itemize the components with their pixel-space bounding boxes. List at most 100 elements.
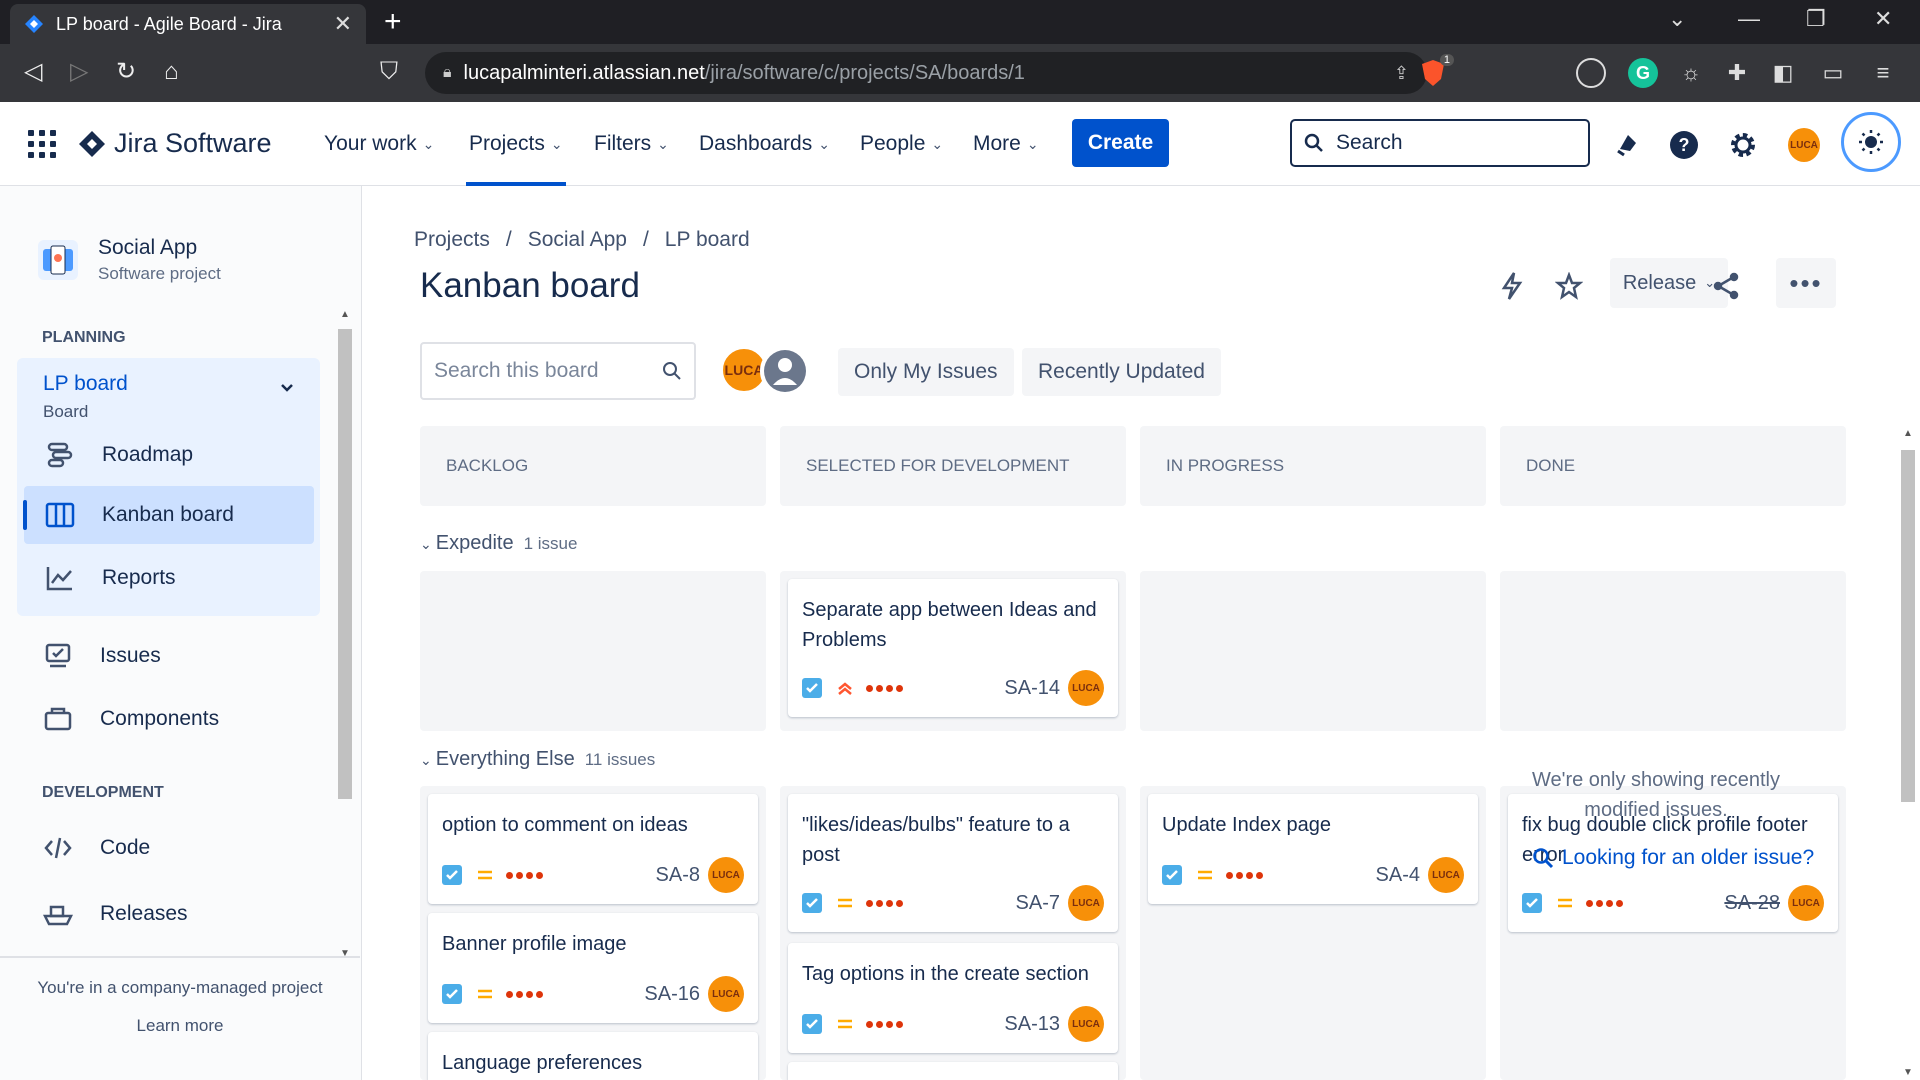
column-header-selected-for-development[interactable]: SELECTED FOR DEVELOPMENT [780, 426, 1126, 506]
sidebar-item-reports[interactable]: Reports [24, 549, 314, 607]
nav-people[interactable]: People ⌄ [860, 132, 943, 156]
chevron-down-icon[interactable] [280, 380, 294, 398]
sidebar-scrollbar[interactable]: ▲ ▼ [335, 309, 355, 959]
recently-updated-filter[interactable]: Recently Updated [1022, 348, 1221, 396]
issue-key[interactable]: SA-13 [1004, 1013, 1060, 1036]
dark-reader-icon[interactable]: ☼ [1676, 58, 1706, 88]
breadcrumb-lp-board[interactable]: LP board [665, 228, 750, 252]
close-tab-icon[interactable]: ✕ [334, 11, 352, 37]
assignee-avatar[interactable]: LUCA [1428, 857, 1464, 893]
automation-bolt-icon[interactable] [1492, 266, 1532, 306]
browser-tab[interactable]: LP board - Agile Board - Jira ✕ [10, 4, 366, 44]
assignee-avatar[interactable]: LUCA [1068, 670, 1104, 706]
wallet-icon[interactable]: ▭ [1818, 58, 1848, 88]
share-page-icon[interactable]: ⇪ [1394, 63, 1409, 84]
older-issue-link[interactable]: Looking for an older issue? [1532, 846, 1814, 870]
product-name: Jira Software [114, 128, 272, 158]
board-search-input[interactable]: Search this board [420, 342, 696, 400]
extension-circle-icon[interactable] [1576, 58, 1606, 88]
breadcrumb-projects[interactable]: Projects [414, 228, 490, 252]
home-icon[interactable]: ⌂ [164, 58, 179, 86]
column-header-done[interactable]: DONE [1500, 426, 1846, 506]
scroll-down-icon[interactable]: ▼ [1896, 1067, 1920, 1078]
minimize-icon[interactable]: — [1738, 6, 1760, 32]
theme-toggle-sun-icon[interactable] [1841, 112, 1901, 172]
issue-card[interactable]: Update Index page SA-4 LUCA [1148, 794, 1478, 904]
profile-avatar[interactable]: LUCA [1788, 128, 1820, 162]
scroll-up-icon[interactable]: ▲ [1896, 428, 1920, 439]
sidebar-item-kanban-board[interactable]: Kanban board [23, 486, 314, 544]
assignee-avatar[interactable]: LUCA [1788, 885, 1824, 921]
sidebar-toggle-icon[interactable]: ◧ [1768, 58, 1798, 88]
forward-icon[interactable]: ▷ [70, 58, 88, 86]
grammarly-icon[interactable]: G [1628, 58, 1658, 88]
column-header-in-progress[interactable]: IN PROGRESS [1140, 426, 1486, 506]
sidebar-item-issues[interactable]: Issues [22, 627, 312, 685]
scroll-thumb[interactable] [338, 329, 352, 799]
issue-key[interactable]: SA-4 [1376, 864, 1420, 887]
jira-logo[interactable]: Jira Software [78, 128, 272, 159]
breadcrumb-social-app[interactable]: Social App [528, 228, 627, 252]
url-bar[interactable]: 🔒︎ lucapalminteri.atlassian.net/jira/sof… [425, 52, 1427, 94]
project-header[interactable]: Social App Software project [38, 236, 221, 284]
nav-projects[interactable]: Projects ⌄ [466, 132, 566, 186]
global-search-input[interactable]: Search [1290, 119, 1590, 167]
notifications-icon[interactable] [1612, 129, 1644, 161]
swimlane-everything-else-header[interactable]: ⌄ Everything Else 11 issues [420, 748, 655, 771]
nav-label: Projects [469, 132, 545, 155]
issue-card[interactable]: option to comment on ideas SA-8 LUCA [428, 794, 758, 904]
issue-card[interactable]: Tag options in the create section SA-13 … [788, 943, 1118, 1053]
issue-key[interactable]: SA-14 [1004, 677, 1060, 700]
star-icon[interactable] [1549, 266, 1589, 306]
nav-more[interactable]: More ⌄ [973, 132, 1039, 156]
column-header-backlog[interactable]: BACKLOG [420, 426, 766, 506]
issue-key[interactable]: SA-16 [644, 983, 700, 1006]
sidebar-item-roadmap[interactable]: Roadmap [24, 426, 314, 484]
assignee-avatar[interactable]: LUCA [708, 976, 744, 1012]
assignee-avatar[interactable]: LUCA [1068, 885, 1104, 921]
issue-key[interactable]: SA-8 [656, 864, 700, 887]
browser-menu-icon[interactable]: ≡ [1868, 58, 1898, 88]
unassigned-user-icon[interactable] [760, 346, 810, 396]
extensions-icon[interactable]: ✚ [1722, 58, 1752, 88]
only-my-issues-filter[interactable]: Only My Issues [838, 348, 1014, 396]
scroll-up-icon[interactable]: ▲ [335, 309, 355, 320]
issue-card[interactable] [788, 1062, 1118, 1080]
tab-search-icon[interactable]: ⌄ [1668, 6, 1686, 32]
window-close-icon[interactable]: ✕ [1874, 6, 1892, 32]
back-icon[interactable]: ◁ [24, 58, 42, 86]
board-selector[interactable]: LP board [43, 372, 128, 396]
reload-icon[interactable]: ↻ [116, 58, 136, 86]
help-icon[interactable]: ? [1668, 129, 1700, 161]
issue-key[interactable]: SA-28 [1724, 892, 1780, 915]
board-scrollbar[interactable]: ▲ ▼ [1896, 428, 1920, 1080]
assignee-avatar[interactable]: LUCA [1068, 1006, 1104, 1042]
sidebar-item-releases[interactable]: Releases [22, 885, 312, 943]
issue-card[interactable]: Banner profile image SA-16 LUCA [428, 913, 758, 1023]
sidebar-item-code[interactable]: Code [22, 819, 312, 877]
brave-badge: 1 [1439, 54, 1454, 66]
share-icon[interactable] [1706, 266, 1746, 306]
issue-card[interactable]: "likes/ideas/bulbs" feature to a post SA… [788, 794, 1118, 932]
app-switcher-icon[interactable] [28, 130, 56, 158]
issue-card[interactable]: Separate app between Ideas and Problems … [788, 579, 1118, 717]
create-button[interactable]: Create [1072, 119, 1169, 167]
restore-icon[interactable]: ❐ [1806, 6, 1826, 32]
more-actions-button[interactable]: ••• [1776, 258, 1836, 308]
scroll-thumb[interactable] [1901, 450, 1915, 802]
jira-logo-icon [79, 130, 105, 157]
issue-card[interactable]: Language preferences [428, 1032, 758, 1080]
new-tab-icon[interactable]: + [384, 6, 402, 38]
assignee-avatar[interactable]: LUCA [708, 857, 744, 893]
sidebar-item-components[interactable]: Components [22, 690, 312, 748]
brave-shield-icon[interactable]: 1 [1418, 54, 1454, 88]
learn-more-link[interactable]: Learn more [0, 1016, 360, 1036]
bookmark-icon[interactable]: ⛉ [380, 58, 398, 86]
settings-gear-icon[interactable] [1727, 129, 1759, 161]
issue-key[interactable]: SA-7 [1016, 892, 1060, 915]
chevron-down-icon: ⌄ [1026, 135, 1039, 152]
swimlane-expedite-header[interactable]: ⌄ Expedite 1 issue [420, 532, 577, 555]
nav-filters[interactable]: Filters ⌄ [594, 132, 669, 156]
nav-dashboards[interactable]: Dashboards ⌄ [699, 132, 830, 156]
nav-your-work[interactable]: Your work ⌄ [324, 132, 434, 156]
